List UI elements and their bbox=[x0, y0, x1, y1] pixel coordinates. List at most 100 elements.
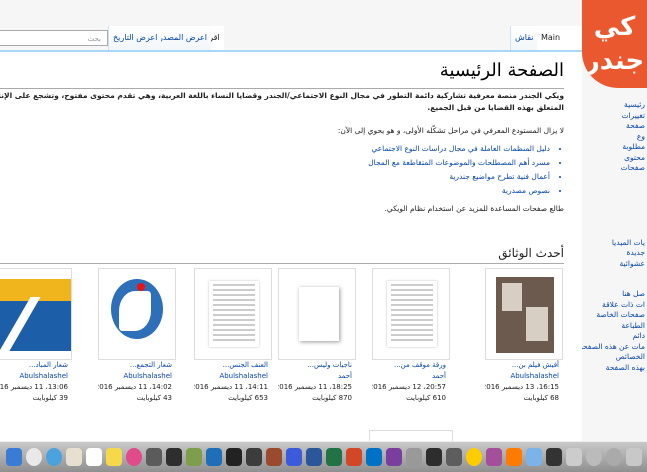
document-thumbnail[interactable] bbox=[485, 268, 563, 360]
app-icon[interactable] bbox=[266, 448, 282, 466]
document-user[interactable]: Abulshalashel bbox=[485, 371, 559, 382]
document-user[interactable]: Abulshalashel bbox=[0, 371, 68, 382]
document-size: 68 كيلوبايت bbox=[523, 394, 559, 402]
powerpoint-icon[interactable] bbox=[346, 448, 362, 466]
tab-main-page[interactable]: Main page bbox=[536, 26, 582, 66]
sidebar-link[interactable]: الطباعة bbox=[582, 321, 647, 332]
list-item-link[interactable]: أعمال فنية تطرح مواضيع جندرية bbox=[368, 170, 550, 184]
app-icon[interactable] bbox=[406, 448, 422, 466]
gallery-item[interactable]: العنف الجنس... Abulshalashel 14:11، 11 د… bbox=[194, 268, 272, 404]
app-icon[interactable] bbox=[486, 448, 502, 466]
dove-shape bbox=[119, 291, 151, 331]
film-poster-image bbox=[496, 277, 554, 353]
safari-icon[interactable] bbox=[46, 448, 62, 466]
app-icon[interactable] bbox=[526, 448, 542, 466]
document-title[interactable]: ورقة موقف من... bbox=[372, 360, 446, 371]
logo-image bbox=[0, 279, 71, 351]
app-icon[interactable] bbox=[246, 448, 262, 466]
trash-icon[interactable] bbox=[626, 448, 642, 466]
sidebar-link[interactable]: صفحة bbox=[582, 121, 647, 132]
excel-icon[interactable] bbox=[326, 448, 342, 466]
document-user[interactable]: أحمد bbox=[278, 371, 352, 382]
sidebar-link[interactable]: رئيسية bbox=[582, 100, 647, 111]
finder-icon[interactable] bbox=[6, 448, 22, 466]
logo-line2: جندر bbox=[584, 46, 645, 76]
tab-view-history[interactable]: اعرض التاريخ bbox=[108, 26, 162, 50]
chrome-icon[interactable] bbox=[466, 448, 482, 466]
document-title[interactable]: ناجيات وليس... bbox=[278, 360, 352, 371]
itunes-icon[interactable] bbox=[126, 448, 142, 466]
app-icon[interactable] bbox=[426, 448, 442, 466]
list-item-link[interactable]: مسرد أهم المصطلحات والموضوعات المتقاطعة … bbox=[368, 156, 550, 170]
list-item-link[interactable]: دليل المنظمات العاملة في مجال دراسات الن… bbox=[368, 142, 550, 156]
sidebar-link[interactable]: يات الميديا bbox=[582, 238, 647, 249]
document-thumbnail[interactable] bbox=[98, 268, 176, 360]
app-icon[interactable] bbox=[546, 448, 562, 466]
sidebar-link[interactable]: صل هنا bbox=[582, 289, 647, 300]
document-size: 43 كيلوبايت bbox=[136, 394, 172, 402]
app-icon[interactable] bbox=[386, 448, 402, 466]
app-icon[interactable] bbox=[586, 448, 602, 466]
launchpad-icon[interactable] bbox=[26, 448, 42, 466]
gallery-item[interactable]: أفيش فيلم بن... Abulshalashel 16:15، 13 … bbox=[485, 268, 563, 404]
app-icon[interactable] bbox=[446, 448, 462, 466]
document-date: 13:06، 11 ديسمبر 2016 bbox=[0, 383, 68, 391]
site-logo[interactable]: كي جندر bbox=[582, 0, 647, 88]
calendar-icon[interactable] bbox=[86, 448, 102, 466]
document-title[interactable]: أفيش فيلم بن... bbox=[485, 360, 559, 371]
photo-icon[interactable] bbox=[146, 448, 162, 466]
list-item-link[interactable]: نصوص مصدرية bbox=[368, 184, 550, 198]
document-size: 653 كيلوبايت bbox=[228, 394, 268, 402]
app-icon[interactable] bbox=[186, 448, 202, 466]
gallery-item[interactable]: ناجيات وليس... أحمد 18:25، 11 ديسمبر 201… bbox=[278, 268, 356, 404]
search-input[interactable]: بحث bbox=[0, 30, 108, 46]
contents-list: دليل المنظمات العاملة في مجال دراسات الن… bbox=[368, 142, 562, 198]
document-title[interactable]: العنف الجنس... bbox=[194, 360, 268, 371]
app-icon[interactable] bbox=[566, 448, 582, 466]
sidebar-link[interactable]: تغييرات bbox=[582, 111, 647, 122]
document-date: 16:15، 13 ديسمبر 2016 bbox=[485, 383, 559, 391]
document-thumbnail[interactable] bbox=[0, 268, 72, 360]
app-icon[interactable] bbox=[286, 448, 302, 466]
sidebar-link[interactable]: مات عن هذه الصفحة bbox=[582, 342, 647, 353]
word-icon[interactable] bbox=[306, 448, 322, 466]
app-store-icon[interactable] bbox=[206, 448, 222, 466]
document-date: 14:02، 11 ديسمبر 2016 bbox=[98, 383, 172, 391]
tab-view-source[interactable]: اعرض المصدر bbox=[154, 26, 211, 50]
blank-page-image bbox=[299, 287, 339, 341]
sidebar-link[interactable]: بهذه الصفحة bbox=[582, 363, 647, 374]
document-user[interactable]: أحمد bbox=[372, 371, 446, 382]
sidebar-link[interactable]: محتوى bbox=[582, 153, 647, 164]
sidebar-navigation: رئيسية تغييرات صفحة وع مطلوبة محتوى صفحا… bbox=[582, 100, 647, 440]
sidebar-link[interactable]: صفحات bbox=[582, 163, 647, 174]
document-title[interactable]: شعار التجمع... bbox=[98, 360, 172, 371]
app-icon[interactable] bbox=[606, 448, 622, 466]
document-thumbnail[interactable] bbox=[372, 268, 450, 360]
document-user[interactable]: Abulshalashel bbox=[194, 371, 268, 382]
notes-icon[interactable] bbox=[106, 448, 122, 466]
contacts-icon[interactable] bbox=[66, 448, 82, 466]
terminal-icon[interactable] bbox=[166, 448, 182, 466]
document-thumbnail[interactable] bbox=[194, 268, 272, 360]
app-icon[interactable] bbox=[226, 448, 242, 466]
document-date: 14:11، 11 ديسمبر 2016 bbox=[194, 383, 268, 391]
outlook-icon[interactable] bbox=[366, 448, 382, 466]
sidebar-link[interactable]: الخصائص bbox=[582, 352, 647, 363]
sidebar-link[interactable]: وع bbox=[582, 132, 647, 143]
document-user[interactable]: Abulshalashel bbox=[98, 371, 172, 382]
os-dock bbox=[0, 441, 647, 472]
gallery-item[interactable]: شعار التجمع... Abulshalashel 14:02، 11 د… bbox=[98, 268, 176, 404]
sidebar-link[interactable]: ات ذات علاقة bbox=[582, 300, 647, 311]
sidebar-link[interactable]: صفحات الخاصة bbox=[582, 310, 647, 321]
main-content: الصفحة الرئيسية ويكي الجندر منصة معرفية … bbox=[0, 51, 582, 442]
vlc-icon[interactable] bbox=[506, 448, 522, 466]
sidebar-link[interactable]: مطلوبة bbox=[582, 142, 647, 153]
gallery-item[interactable]: شعار المباد... Abulshalashel 13:06، 11 د… bbox=[0, 268, 72, 404]
sidebar-link[interactable]: جديدة bbox=[582, 248, 647, 259]
document-thumbnail[interactable] bbox=[278, 268, 356, 360]
document-title[interactable]: شعار المباد... bbox=[0, 360, 68, 371]
sidebar-link[interactable]: عشوائية bbox=[582, 259, 647, 270]
sidebar-link[interactable]: دائم bbox=[582, 331, 647, 342]
tab-discussion[interactable]: نقاش bbox=[510, 26, 538, 50]
gallery-item[interactable]: ورقة موقف من... أحمد 20:57، 12 ديسمبر 20… bbox=[372, 268, 450, 404]
